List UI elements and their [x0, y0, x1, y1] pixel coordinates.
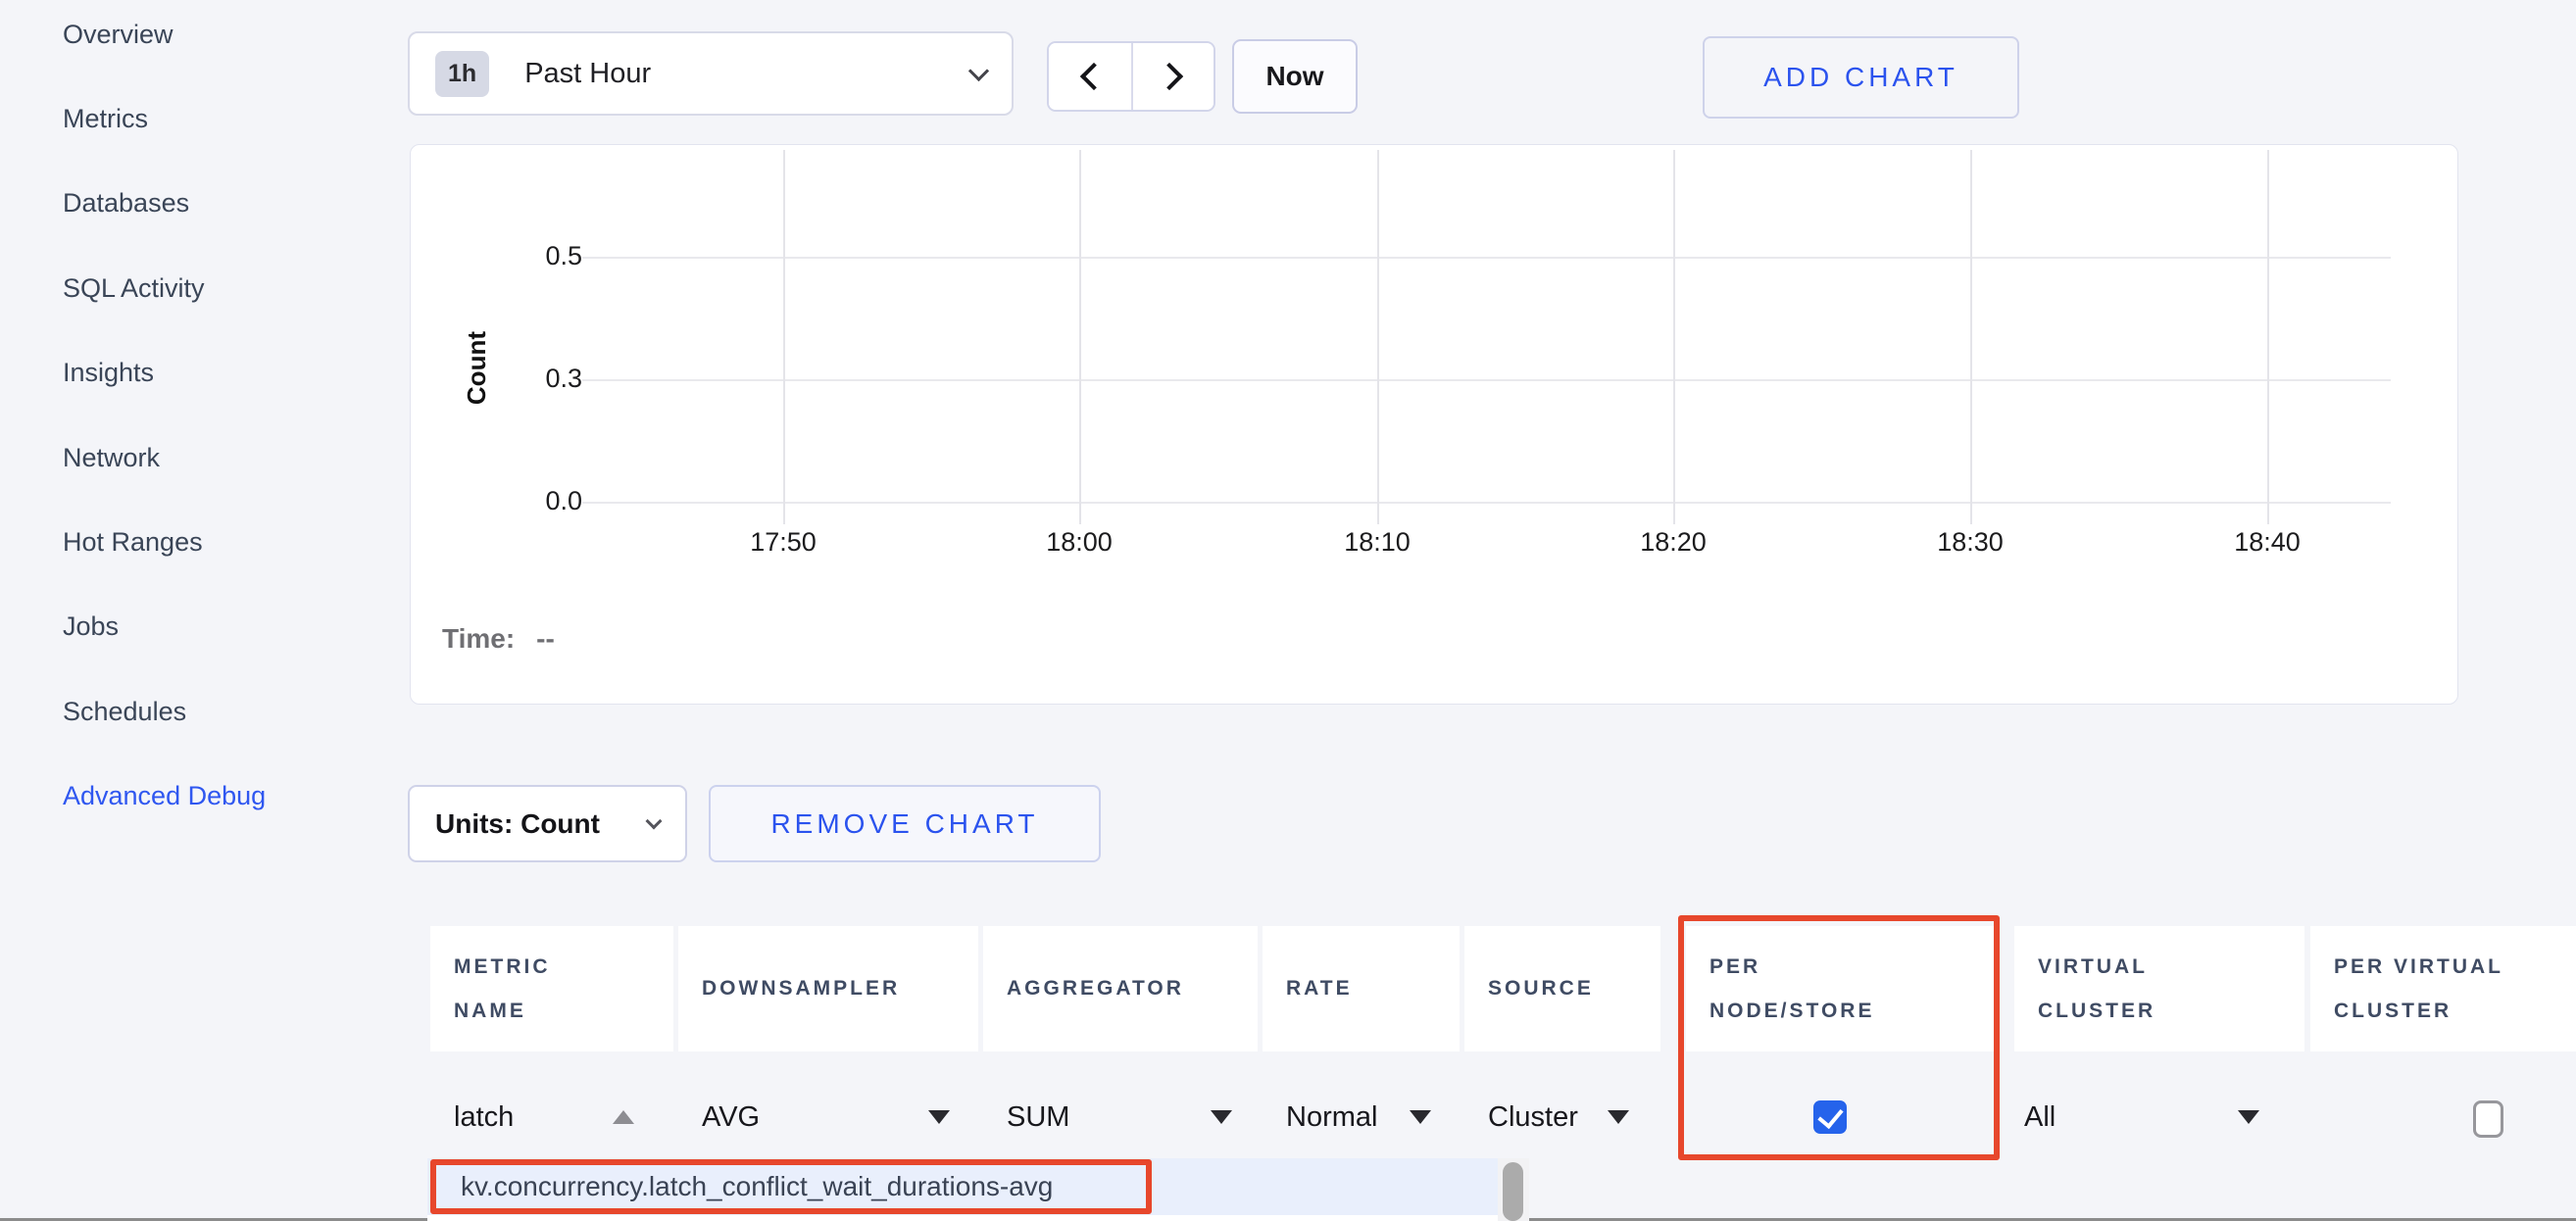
sidebar-item-sql-activity[interactable]: SQL Activity — [63, 246, 396, 330]
chart-metric-row: latch AVG SUM Normal Cluster All — [0, 1078, 2576, 1156]
hover-time-readout: Time: -- — [442, 623, 555, 655]
virtual-cluster-value: All — [2024, 1101, 2056, 1134]
per-virtual-cluster-cell — [2310, 1078, 2576, 1156]
chevron-down-icon — [968, 60, 989, 80]
col-header-per-node-store: PER NODE/STORE — [1686, 926, 1996, 1051]
downsampler-value: AVG — [702, 1101, 760, 1134]
col-header-aggregator: AGGREGATOR — [983, 926, 1258, 1051]
metric-suggestion-item[interactable]: kv.concurrency.latch_conflict_wait_durat… — [427, 1158, 1498, 1215]
sidebar-item-advanced-debug[interactable]: Advanced Debug — [63, 755, 396, 839]
sidebar-item-hot-ranges[interactable]: Hot Ranges — [63, 500, 396, 584]
sidebar-item-metrics[interactable]: Metrics — [63, 76, 396, 161]
chevron-left-icon — [1080, 63, 1108, 90]
triangle-down-icon — [928, 1110, 950, 1124]
remove-chart-button[interactable]: REMOVE CHART — [709, 785, 1101, 862]
sidebar-item-jobs[interactable]: Jobs — [63, 585, 396, 669]
y-tick-0.0: 0.0 — [514, 486, 582, 516]
time-range-label: Past Hour — [524, 58, 971, 90]
x-tick-1810: 18:10 — [1318, 527, 1436, 558]
sidebar-item-databases[interactable]: Databases — [63, 162, 396, 246]
gridline-vertical — [1970, 150, 1972, 524]
metric-name-cell: latch — [430, 1078, 673, 1156]
dropdown-scrollbar-track[interactable] — [1498, 1158, 1529, 1221]
gridline-vertical — [1079, 150, 1081, 524]
sidebar-item-overview[interactable]: Overview — [63, 0, 396, 76]
time-range-selector[interactable]: 1h Past Hour — [408, 31, 1014, 116]
col-header-per-virtual-cluster: PER VIRTUAL CLUSTER — [2310, 926, 2576, 1051]
time-label: Time: — [442, 623, 515, 654]
custom-chart-panel: Count 0.5 0.3 0.0 17:50 18:00 18:10 18:2… — [410, 144, 2458, 705]
units-selector[interactable]: Units: Count — [408, 785, 687, 862]
sidebar-item-insights[interactable]: Insights — [63, 331, 396, 415]
per-node-store-cell — [1686, 1078, 1996, 1156]
time-step-buttons — [1047, 41, 1215, 112]
triangle-down-icon — [1608, 1110, 1629, 1124]
gridline-vertical — [783, 150, 785, 524]
source-select[interactable]: Cluster — [1464, 1078, 1660, 1156]
sidebar-nav: Overview Metrics Databases SQL Activity … — [63, 0, 396, 839]
time-range-badge: 1h — [435, 51, 489, 97]
dropdown-scrollbar-thumb[interactable] — [1503, 1162, 1523, 1221]
triangle-up-icon[interactable] — [613, 1110, 634, 1124]
triangle-down-icon — [1211, 1110, 1232, 1124]
time-value: -- — [536, 623, 555, 654]
source-value: Cluster — [1488, 1101, 1578, 1134]
col-header-downsampler: DOWNSAMPLER — [678, 926, 978, 1051]
aggregator-select[interactable]: SUM — [983, 1078, 1258, 1156]
col-header-source: SOURCE — [1464, 926, 1660, 1051]
metric-name-input[interactable]: latch — [454, 1101, 514, 1134]
sidebar-item-network[interactable]: Network — [63, 415, 396, 500]
prev-time-button[interactable] — [1049, 43, 1131, 110]
gridline-horizontal — [582, 502, 2391, 504]
virtual-cluster-select[interactable]: All — [2014, 1078, 2304, 1156]
y-tick-0.3: 0.3 — [514, 364, 582, 394]
x-tick-1750: 17:50 — [724, 527, 842, 558]
y-axis-label: Count — [462, 331, 492, 405]
gridline-vertical — [1673, 150, 1675, 524]
chevron-down-icon — [646, 812, 663, 829]
add-chart-button[interactable]: ADD CHART — [1703, 36, 2019, 119]
metric-suggestion-dropdown: kv.concurrency.latch_conflict_wait_durat… — [427, 1158, 1529, 1221]
gridline-horizontal — [582, 257, 2391, 259]
col-header-rate: RATE — [1263, 926, 1460, 1051]
now-button[interactable]: Now — [1232, 39, 1358, 114]
sidebar-item-schedules[interactable]: Schedules — [63, 669, 396, 754]
gridline-vertical — [2267, 150, 2269, 524]
next-time-button[interactable] — [1131, 43, 1214, 110]
rate-select[interactable]: Normal — [1263, 1078, 1460, 1156]
rate-value: Normal — [1286, 1101, 1377, 1134]
x-tick-1800: 18:00 — [1020, 527, 1138, 558]
gridline-horizontal — [582, 379, 2391, 381]
triangle-down-icon — [1410, 1110, 1431, 1124]
per-node-store-checkbox[interactable] — [1813, 1100, 1847, 1134]
units-label: Units: Count — [435, 808, 600, 840]
aggregator-value: SUM — [1007, 1101, 1069, 1134]
x-tick-1820: 18:20 — [1614, 527, 1732, 558]
col-header-metric-name: METRIC NAME — [430, 926, 673, 1051]
per-virtual-cluster-checkbox[interactable] — [2473, 1100, 2503, 1138]
x-tick-1840: 18:40 — [2208, 527, 2326, 558]
x-tick-1830: 18:30 — [1911, 527, 2029, 558]
metric-suggestion-text: kv.concurrency.latch_conflict_wait_durat… — [461, 1171, 1053, 1202]
col-header-virtual-cluster: VIRTUAL CLUSTER — [2014, 926, 2304, 1051]
y-tick-0.5: 0.5 — [514, 241, 582, 271]
gridline-vertical — [1377, 150, 1379, 524]
downsampler-select[interactable]: AVG — [678, 1078, 978, 1156]
triangle-down-icon — [2238, 1110, 2259, 1124]
chevron-right-icon — [1156, 63, 1183, 90]
